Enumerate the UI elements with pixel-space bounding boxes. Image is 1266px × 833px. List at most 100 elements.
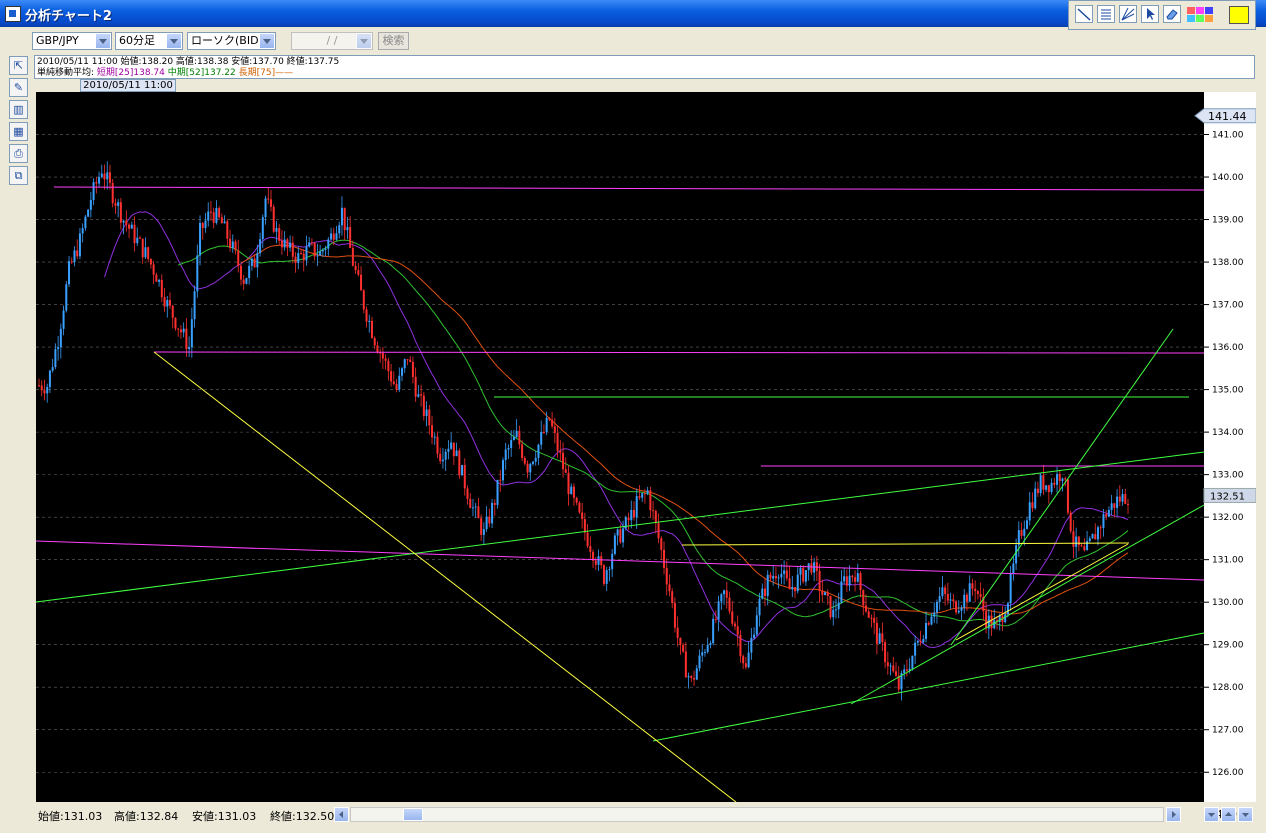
data-table-icon[interactable]: ▦ xyxy=(9,122,28,141)
candle-up xyxy=(837,602,840,610)
candle-up xyxy=(401,368,403,376)
candle-up xyxy=(933,612,936,617)
candle-down xyxy=(1069,512,1072,532)
candle-down xyxy=(870,617,873,619)
candle-up xyxy=(461,465,464,476)
candle-down xyxy=(802,567,805,582)
candle-up xyxy=(89,199,92,210)
zoom-out-button[interactable] xyxy=(1238,807,1253,822)
candle-up xyxy=(305,246,308,261)
candle-up xyxy=(930,616,933,625)
scroll-left-button[interactable] xyxy=(334,807,349,822)
candle-down xyxy=(300,253,303,255)
chart-type-dropdown-chevron-icon[interactable] xyxy=(259,33,275,49)
candle-up xyxy=(245,278,248,284)
date-dropdown-chevron-icon[interactable] xyxy=(356,33,372,49)
candle-down xyxy=(774,575,777,579)
candle-up xyxy=(834,609,837,611)
candle-down xyxy=(725,590,728,598)
print-icon[interactable]: ⎙ xyxy=(9,144,28,163)
candle-up xyxy=(188,347,191,350)
candle-down xyxy=(269,199,272,207)
color-swatch-cyan[interactable] xyxy=(1187,15,1195,22)
horizontal-lines-tool-icon[interactable] xyxy=(1097,5,1115,23)
candle-up xyxy=(485,516,488,530)
color-picker[interactable] xyxy=(1187,7,1227,23)
candle-down xyxy=(733,623,736,627)
sma-legend: 単純移動平均: 短期[25]138.74 中期[52]137.22 長期[75]… xyxy=(37,68,293,79)
candle-up xyxy=(911,655,914,669)
candle-down xyxy=(239,265,242,280)
indicator-settings-icon[interactable]: ▥ xyxy=(9,100,28,119)
candle-down xyxy=(237,250,240,266)
candle-down xyxy=(360,274,363,291)
candle-down xyxy=(499,479,502,481)
candle-down xyxy=(578,502,581,513)
candle-down xyxy=(351,247,354,266)
candle-up xyxy=(832,609,835,618)
sma-short-legend: 短期[25]138.74 xyxy=(96,68,165,78)
candle-down xyxy=(867,611,870,618)
candle-down xyxy=(480,518,483,535)
search-button[interactable]: 検索 xyxy=(378,32,409,50)
selected-color-swatch[interactable] xyxy=(1229,6,1249,24)
candle-down xyxy=(1080,545,1083,547)
color-swatch-red[interactable] xyxy=(1187,7,1195,14)
trendline-tool-icon[interactable] xyxy=(1075,5,1093,23)
candle-down xyxy=(390,371,393,382)
pencil-tool-icon[interactable]: ✎ xyxy=(9,78,28,97)
copy-window-icon[interactable]: ⧉ xyxy=(9,166,28,185)
candle-up xyxy=(1110,503,1113,510)
candle-down xyxy=(619,529,622,543)
candle-up xyxy=(444,451,447,460)
candle-down xyxy=(990,615,993,629)
cursor-tool-icon[interactable]: ⇱ xyxy=(9,56,28,75)
color-swatch-green[interactable] xyxy=(1196,15,1204,22)
candle-up xyxy=(501,460,504,481)
candle-down xyxy=(864,605,867,612)
candle-up xyxy=(62,310,65,329)
candle-up xyxy=(611,553,614,570)
candle-down xyxy=(362,290,365,310)
scroll-right-button[interactable] xyxy=(1166,807,1181,822)
horizontal-scrollbar[interactable] xyxy=(350,807,1164,822)
candle-up xyxy=(308,242,311,247)
eraser-icon[interactable] xyxy=(1163,5,1181,23)
candle-down xyxy=(971,583,974,589)
candle-up xyxy=(804,570,807,582)
candle-up xyxy=(780,573,783,578)
candle-up xyxy=(57,347,60,350)
candle-up xyxy=(761,588,764,599)
candle-up xyxy=(889,665,892,667)
candle-down xyxy=(600,556,603,566)
select-cursor-icon[interactable] xyxy=(1141,5,1159,23)
app-icon xyxy=(5,6,21,22)
bar-count-dropdown-chevron-icon[interactable] xyxy=(1204,807,1219,822)
candle-up xyxy=(922,639,925,643)
zoom-in-button[interactable] xyxy=(1221,807,1236,822)
candle-up xyxy=(570,486,573,495)
candle-up xyxy=(136,237,139,244)
candle-down xyxy=(976,591,979,594)
candle-up xyxy=(783,570,786,574)
candlestick-chart[interactable]: 141.00 140.00 139.00 138.00 137.00 136.00 135.… xyxy=(36,92,1256,802)
candle-down xyxy=(125,220,128,225)
candle-up xyxy=(289,242,292,248)
color-swatch-magenta[interactable] xyxy=(1196,7,1204,14)
candle-down xyxy=(1042,475,1045,490)
y-tick-label: 141.00 xyxy=(1212,131,1244,141)
candle-down xyxy=(764,588,766,596)
candle-down xyxy=(354,265,357,271)
candle-up xyxy=(720,594,723,602)
timeframe-dropdown-chevron-icon[interactable] xyxy=(166,33,182,49)
candle-down xyxy=(810,563,813,573)
color-swatch-orange[interactable] xyxy=(1205,15,1213,22)
scrollbar-thumb[interactable] xyxy=(403,808,423,821)
color-swatch-blue[interactable] xyxy=(1205,7,1213,14)
fan-lines-tool-icon[interactable] xyxy=(1119,5,1137,23)
candle-down xyxy=(671,591,674,604)
symbol-dropdown-chevron-icon[interactable] xyxy=(95,33,111,49)
candle-down xyxy=(946,593,949,601)
candle-down xyxy=(736,626,739,635)
candle-up xyxy=(190,319,193,348)
